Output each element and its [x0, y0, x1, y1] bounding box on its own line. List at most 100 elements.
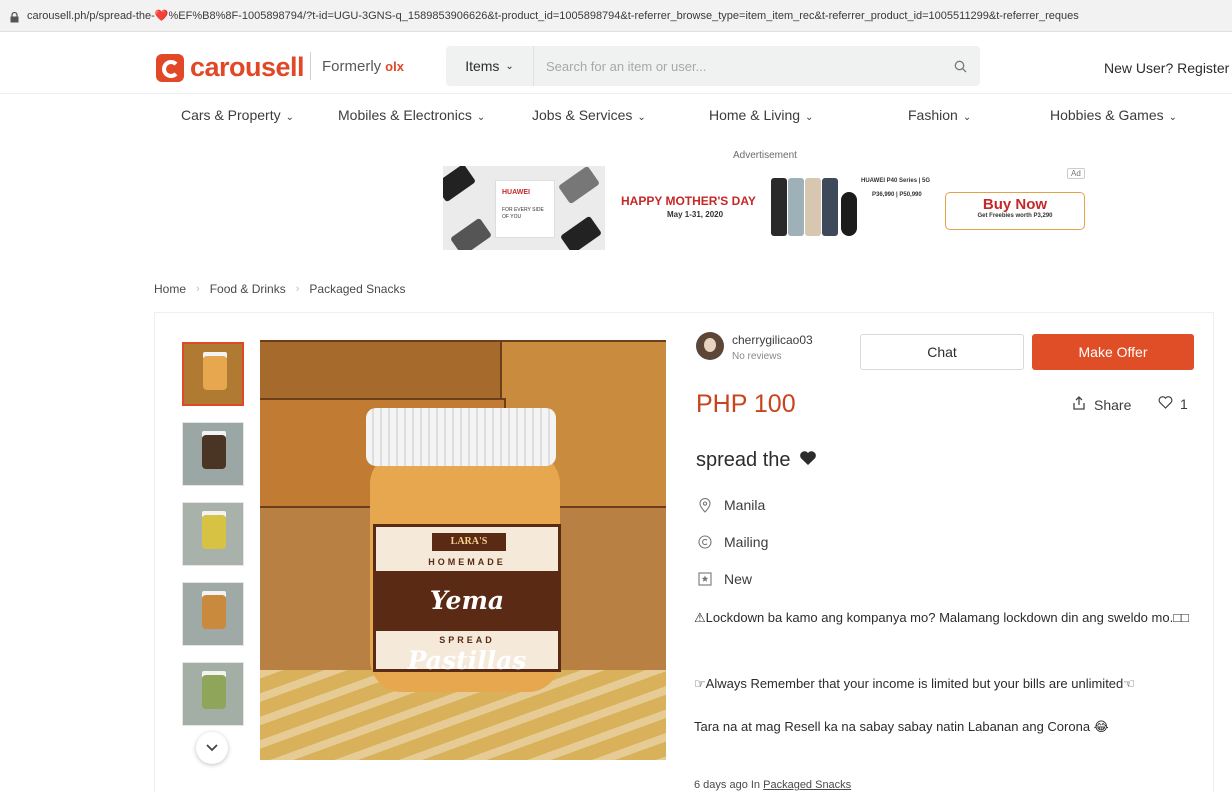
search-category-label: Items: [465, 58, 500, 74]
nav-label: Mobiles & Electronics: [338, 107, 472, 123]
chat-button[interactable]: Chat: [860, 334, 1024, 370]
image-jar-lid: [366, 408, 556, 466]
register-link[interactable]: New User? Register: [1104, 60, 1229, 76]
thumbnail-jar: [202, 595, 226, 629]
seller-reviews: No reviews: [732, 351, 782, 362]
description-paragraph-1: ⚠Lockdown ba kamo ang kompanya mo? Malam…: [694, 610, 1189, 625]
ad-phone: [788, 178, 804, 236]
nav-home-living[interactable]: Home & Living ⌄: [709, 107, 813, 123]
delivery-text: Mailing: [724, 534, 769, 550]
ad-phone: [822, 178, 838, 236]
ad-banner[interactable]: HUAWEI FOR EVERY SIDE OF YOU HAPPY MOTHE…: [443, 166, 1093, 250]
ad-dates: May 1-31, 2020: [667, 210, 724, 219]
url-text[interactable]: carousell.ph/p/spread-the-❤️%EF%B8%8F-10…: [27, 9, 1079, 22]
chevron-down-icon: ⌄: [505, 60, 514, 72]
nav-jobs-services[interactable]: Jobs & Services ⌄: [532, 107, 646, 123]
nav-fashion[interactable]: Fashion ⌄: [908, 107, 971, 123]
listing-delivery: Mailing: [696, 534, 768, 550]
ad-headline: HAPPY MOTHER'S DAY: [621, 194, 756, 208]
ad-brand-name: HUAWEI: [502, 189, 530, 196]
ad-brand-panel: HUAWEI FOR EVERY SIDE OF YOU: [443, 166, 605, 250]
label-product-name: Yema Pastillas: [376, 571, 558, 675]
ad-watch: [841, 192, 857, 236]
search-button[interactable]: [940, 46, 980, 86]
listing-location: Manila: [696, 497, 765, 513]
breadcrumb-home[interactable]: Home: [154, 282, 186, 296]
thumbnail-4[interactable]: [182, 582, 244, 646]
heart-outline-icon: [1158, 396, 1173, 412]
ad-badge[interactable]: Ad: [1067, 168, 1085, 179]
formerly-label: Formerly: [322, 58, 382, 75]
carousell-logo[interactable]: carousell: [156, 52, 305, 83]
chevron-down-icon: [206, 744, 218, 752]
search-category-select[interactable]: Items ⌄: [446, 46, 534, 86]
thumbnail-2[interactable]: [182, 422, 244, 486]
description-paragraph-2: ☞Always Remember that your income is lim…: [694, 676, 1135, 691]
location-text: Manila: [724, 497, 766, 513]
nav-hobbies-games[interactable]: Hobbies & Games ⌄: [1050, 107, 1177, 123]
thumbnail-5[interactable]: [182, 662, 244, 726]
image-jar-label: LARA'S HOMEMADE Yema Pastillas SPREAD: [373, 524, 561, 675]
chevron-down-icon: ⌄: [285, 112, 294, 123]
like-button[interactable]: 1: [1158, 396, 1188, 412]
logo-text: carousell: [190, 52, 305, 82]
share-label: Share: [1094, 396, 1132, 413]
search-input[interactable]: [534, 58, 940, 74]
ad-phone-tile: [557, 166, 601, 205]
like-count: 1: [1180, 396, 1188, 412]
label-homemade: HOMEMADE: [428, 557, 506, 567]
chevron-down-icon: ⌄: [476, 112, 486, 123]
ad-phones-image: [771, 178, 863, 238]
posted-category-link[interactable]: Packaged Snacks: [763, 779, 851, 791]
ad-cta-subtitle: Get Freebies worth P3,290: [977, 213, 1053, 219]
ad-phone-tile: [449, 217, 493, 250]
ad-phone-tile: [443, 166, 477, 203]
ad-buy-now-button[interactable]: Buy Now Get Freebies worth P3,290: [945, 192, 1085, 230]
breadcrumb-food-drinks[interactable]: Food & Drinks: [210, 282, 286, 296]
chevron-down-icon: ⌄: [637, 112, 646, 123]
thumbnail-jar: [202, 675, 226, 709]
breadcrumb-separator: ›: [295, 283, 300, 295]
carousell-logo-icon: [156, 53, 184, 82]
nav-label: Hobbies & Games: [1050, 107, 1164, 123]
nav-mobiles-electronics[interactable]: Mobiles & Electronics ⌄: [338, 107, 485, 123]
thumbnail-scroll-button[interactable]: [196, 732, 228, 764]
listing-title-text: spread the: [696, 449, 791, 471]
ad-phone: [771, 178, 787, 236]
ad-phone-tile: [559, 215, 603, 250]
formerly-olx: Formerly olx: [322, 58, 404, 75]
nav-cars-property[interactable]: Cars & Property ⌄: [181, 107, 294, 123]
thumbnail-3[interactable]: [182, 502, 244, 566]
thumbnail-jar: [202, 515, 226, 549]
product-main-image[interactable]: LARA'S HOMEMADE Yema Pastillas SPREAD: [260, 340, 666, 760]
ad-product: HUAWEI P40 Series | 5G: [861, 178, 931, 184]
nav-label: Cars & Property: [181, 107, 281, 123]
thumbnail-list: [182, 342, 244, 742]
chevron-down-icon: ⌄: [962, 112, 972, 123]
avatar[interactable]: [696, 332, 724, 360]
condition-icon: [696, 572, 714, 586]
chevron-down-icon: ⌄: [805, 112, 814, 123]
ad-cta-title: Buy Now: [982, 196, 1048, 213]
thumbnail-jar: [202, 435, 226, 469]
breadcrumb: Home › Food & Drinks › Packaged Snacks: [154, 282, 405, 296]
breadcrumb-packaged-snacks[interactable]: Packaged Snacks: [309, 282, 405, 296]
posted-info: 6 days ago In Packaged Snacks: [694, 779, 851, 791]
category-nav: Cars & Property ⌄ Mobiles & Electronics ⌄ …: [0, 94, 1232, 138]
nav-label: Jobs & Services: [532, 107, 633, 123]
ad-phone: [805, 178, 821, 236]
listing-price: PHP 100: [696, 390, 796, 418]
browser-url-bar[interactable]: carousell.ph/p/spread-the-❤️%EF%B8%8F-10…: [0, 0, 1232, 32]
share-icon: [1072, 396, 1086, 413]
nav-label: Fashion: [908, 107, 958, 123]
ad-prices: P36,990 | P50,990: [872, 192, 922, 198]
share-button[interactable]: Share: [1072, 396, 1131, 413]
listing-condition: New: [696, 571, 752, 587]
heart-icon: [799, 449, 817, 472]
ad-brand-card: HUAWEI FOR EVERY SIDE OF YOU: [495, 180, 555, 238]
label-brand: LARA'S: [432, 533, 506, 551]
site-header: carousell Formerlyolx Items ⌄ New User? …: [0, 32, 1232, 94]
seller-username[interactable]: cherrygilicao03: [732, 333, 813, 347]
make-offer-button[interactable]: Make Offer: [1032, 334, 1194, 370]
thumbnail-1[interactable]: [182, 342, 244, 406]
